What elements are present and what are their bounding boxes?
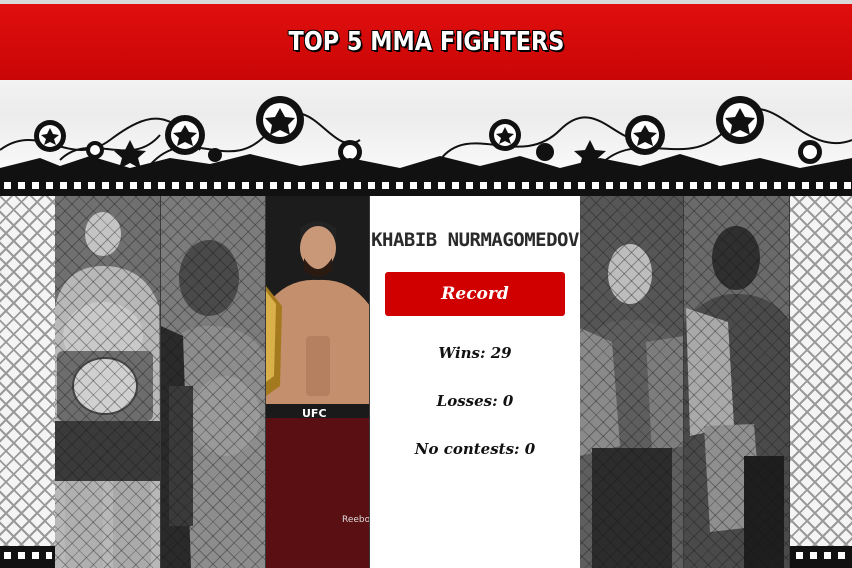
- star-ornament-icon: [0, 96, 852, 196]
- page-header: TOP 5 MMA FIGHTERS: [0, 4, 852, 80]
- fighter-3-photo: UFC Reebok: [266, 196, 370, 568]
- trunks-logo: UFC: [302, 407, 327, 420]
- fighter-card-5[interactable]: [684, 196, 790, 568]
- decorative-banner: [0, 80, 852, 196]
- fighter-card-3-active[interactable]: UFC Reebok: [266, 196, 370, 568]
- fighter-card-4[interactable]: [580, 196, 684, 568]
- fighter-2-photo: [161, 196, 265, 568]
- losses-stat: Losses: 0: [436, 392, 514, 410]
- page-title: TOP 5 MMA FIGHTERS: [288, 27, 564, 57]
- wins-stat: Wins: 29: [438, 344, 512, 362]
- record-button[interactable]: Record: [385, 272, 565, 316]
- fighter-4-photo: [580, 196, 683, 568]
- fighter-1-photo: [55, 196, 160, 568]
- fighter-info-panel: KHABIB NURMAGOMEDOV Record Wins: 29 Loss…: [370, 196, 580, 568]
- fighter-card-1[interactable]: [55, 196, 161, 568]
- fighter-name: KHABIB NURMAGOMEDOV: [371, 229, 579, 251]
- sponsor-logo: Reebok: [342, 515, 370, 525]
- no-contests-stat: No contests: 0: [414, 440, 536, 458]
- fighter-5-photo: [684, 196, 789, 568]
- fighter-card-2[interactable]: [161, 196, 266, 568]
